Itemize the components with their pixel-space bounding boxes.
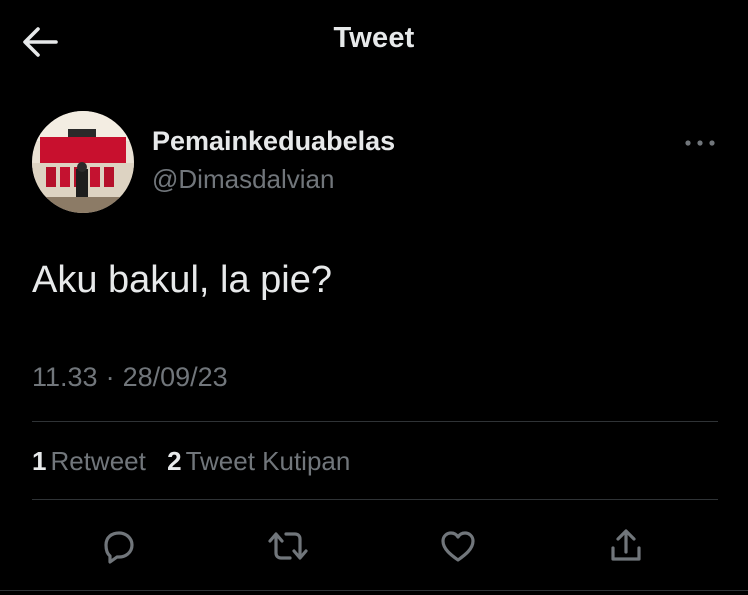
retweet-button[interactable] (262, 520, 314, 572)
quote-tweets-stat[interactable]: 2 Tweet Kutipan (167, 446, 350, 477)
quotes-label: Tweet Kutipan (185, 446, 351, 476)
divider (32, 499, 718, 500)
locker-room-avatar-image (32, 111, 134, 213)
reply-icon (104, 531, 134, 564)
action-bar (0, 520, 748, 572)
retweets-count: 1 (32, 446, 47, 476)
retweets-stat[interactable]: 1 Retweet (32, 446, 146, 477)
share-button[interactable] (600, 520, 652, 572)
tweet-timestamp[interactable]: 11.33 · 28/09/23 (32, 362, 228, 393)
page-title: Tweet (333, 22, 415, 54)
reply-button[interactable] (92, 520, 144, 572)
tweet-date: 28/09/23 (122, 362, 228, 392)
share-icon (611, 529, 641, 561)
like-button[interactable] (432, 520, 484, 572)
author-handle[interactable]: @Dimasdalvian (152, 164, 334, 195)
retweets-label: Retweet (50, 446, 146, 476)
like-icon (441, 531, 475, 562)
divider (32, 421, 718, 422)
more-horizontal-icon (685, 140, 715, 146)
divider (0, 590, 748, 591)
meta-separator: · (105, 362, 115, 392)
retweet-icon (268, 532, 308, 560)
avatar[interactable] (32, 111, 134, 213)
top-bar: Tweet (0, 0, 748, 84)
more-options-button[interactable] (680, 130, 720, 156)
quotes-count: 2 (167, 446, 182, 476)
tweet-text: Aku bakul, la pie? (32, 259, 332, 301)
tweet-time: 11.33 (32, 362, 98, 392)
author-display-name[interactable]: Pemainkeduabelas (152, 126, 395, 157)
engagement-stats: 1 Retweet 2 Tweet Kutipan (32, 446, 364, 477)
